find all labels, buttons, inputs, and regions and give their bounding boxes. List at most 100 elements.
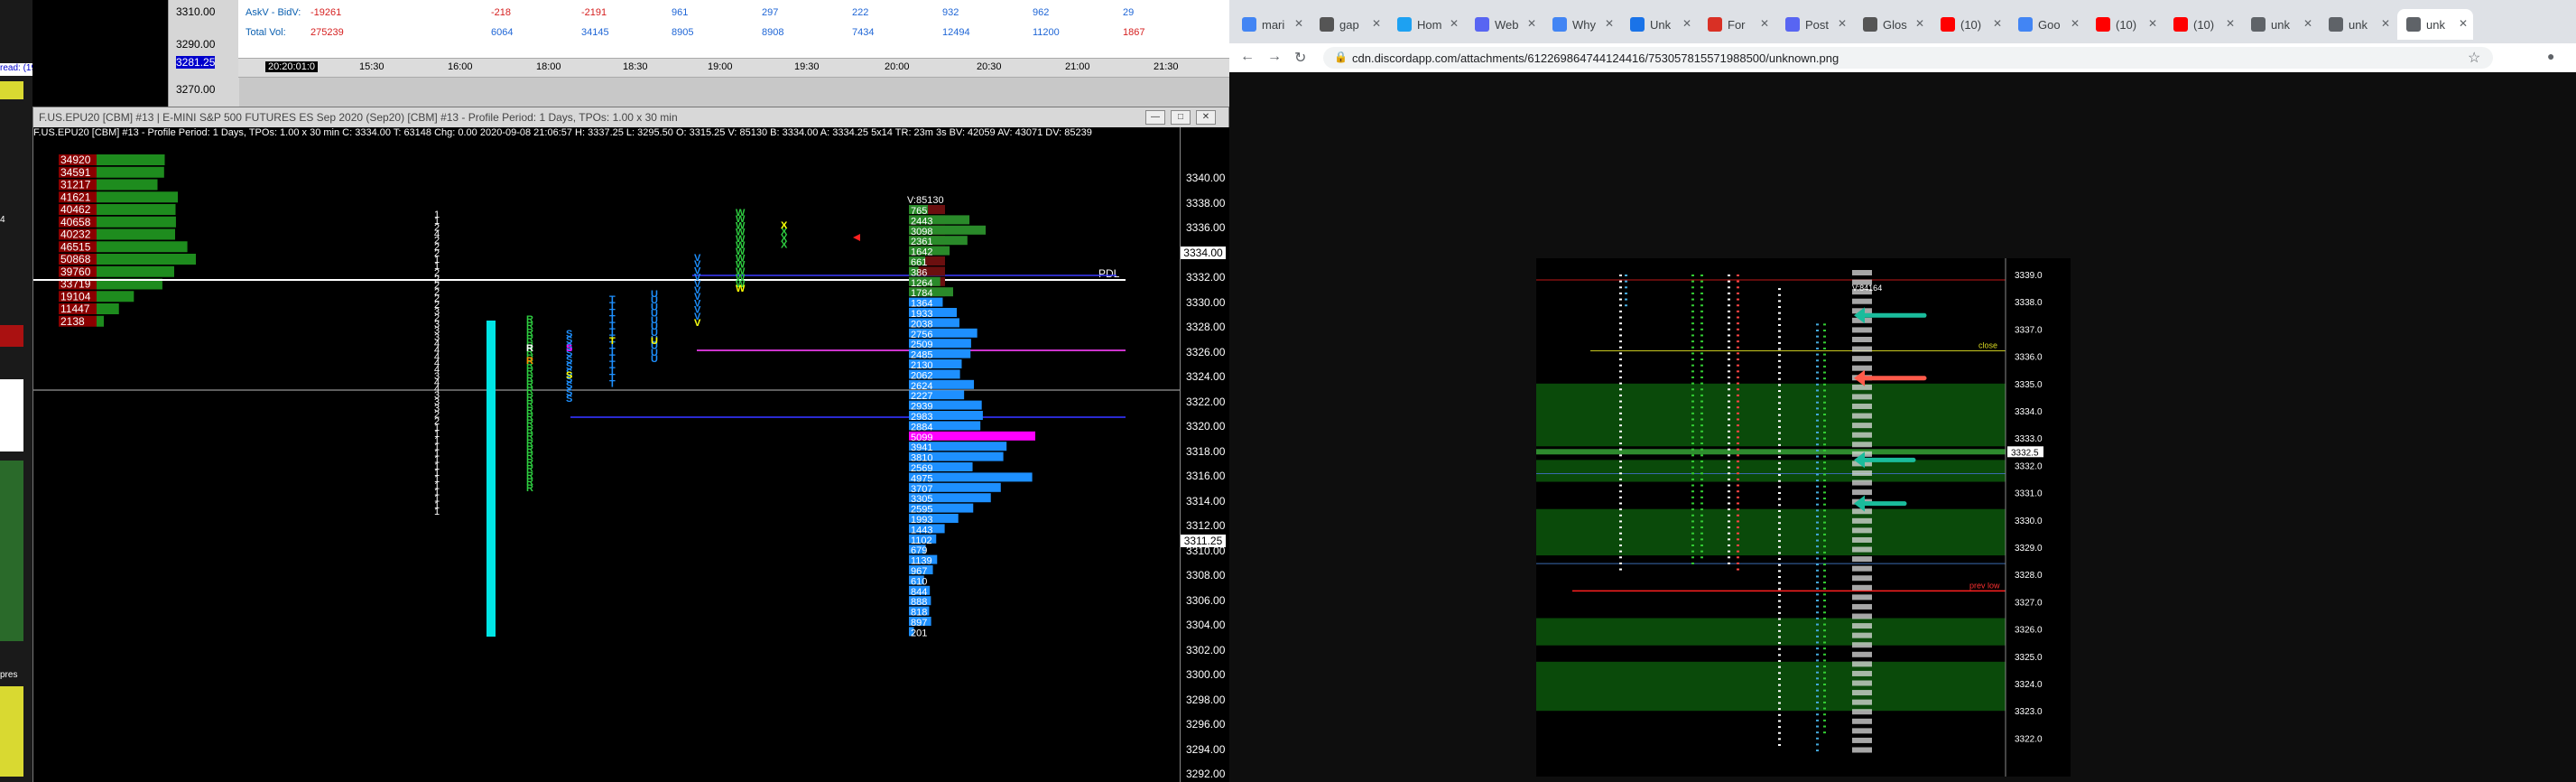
tab-close-icon[interactable]: ✕ — [2459, 17, 2468, 30]
tpo-dot — [1823, 335, 1826, 338]
time-label: 20:30 — [977, 61, 1002, 72]
maximize-button[interactable]: □ — [1171, 110, 1191, 125]
tab-close-icon[interactable]: ✕ — [1372, 17, 1381, 30]
bookmark-star-icon[interactable]: ☆ — [2468, 49, 2480, 67]
tab-close-icon[interactable]: ✕ — [1993, 17, 2002, 30]
tpo-dot — [1625, 298, 1627, 301]
tpo-dot — [1700, 382, 1703, 385]
tpo-dot — [1700, 538, 1703, 541]
browser-tab[interactable]: Why ✕ — [1543, 9, 1619, 40]
dom-yellow-block-2 — [0, 686, 23, 777]
tpo-dot — [1778, 534, 1781, 536]
tpo-dot — [1737, 275, 1739, 276]
address-bar[interactable]: 🔒 cdn.discordapp.com/attachments/6122698… — [1323, 47, 2493, 69]
tpo-dot — [1691, 490, 1694, 493]
tpo-dot — [1728, 304, 1730, 307]
tpo-dot — [1778, 336, 1781, 339]
forward-icon[interactable]: → — [1267, 49, 1282, 65]
price-axis-label: 3328.00 — [1186, 321, 1226, 333]
vp-value: 1642 — [911, 247, 932, 258]
tpo-dot — [1778, 708, 1781, 711]
tpo-dot — [1816, 569, 1819, 572]
tpo-dot — [1823, 407, 1826, 410]
window-title-bar[interactable]: F.US.EPU20 [CBM] #13 | E-MINI S&P 500 FU… — [33, 107, 1228, 128]
tab-close-icon[interactable]: ✕ — [1527, 17, 1536, 30]
reload-icon[interactable]: ↻ — [1294, 49, 1306, 67]
browser-tab[interactable]: (10) ✕ — [2164, 9, 2240, 40]
browser-tab[interactable]: Web ✕ — [1466, 9, 1542, 40]
tpo-dot — [1816, 677, 1819, 680]
close-button[interactable]: ✕ — [1196, 110, 1216, 125]
tpo-dot — [1778, 677, 1781, 680]
browser-tab[interactable]: gap ✕ — [1311, 9, 1386, 40]
browser-tab[interactable]: Unk ✕ — [1621, 9, 1697, 40]
tpo-dot — [1778, 558, 1781, 561]
tab-close-icon[interactable]: ✕ — [2071, 17, 2080, 30]
back-icon[interactable]: ← — [1240, 49, 1255, 65]
tpo-dot — [1823, 347, 1826, 349]
tpo-dot — [1691, 340, 1694, 343]
price-axis-label: 3330.00 — [1186, 295, 1226, 309]
tpo-dot — [1778, 606, 1781, 609]
tpo-dot — [1728, 310, 1730, 312]
tab-close-icon[interactable]: ✕ — [2303, 17, 2312, 30]
vp-value: 3707 — [911, 484, 932, 495]
price-axis-label: 3326.00 — [1186, 345, 1226, 358]
price-axis-label: 3304.00 — [1186, 619, 1226, 631]
tab-close-icon[interactable]: ✕ — [1760, 17, 1769, 30]
tpo-dot — [1737, 334, 1739, 337]
tab-close-icon[interactable]: ✕ — [1682, 17, 1691, 30]
tpo-chart-window[interactable]: F.US.EPU20 [CBM] #13 | E-MINI S&P 500 FU… — [32, 107, 1229, 782]
browser-tab[interactable]: Post ✕ — [1776, 9, 1852, 40]
price-axis-label: 3308.00 — [1186, 569, 1226, 582]
tpo-dot — [1816, 695, 1819, 698]
minimize-button[interactable]: — — [1145, 110, 1165, 125]
tpo-dot — [1778, 384, 1781, 386]
browser-tab[interactable]: (10) ✕ — [1932, 9, 2007, 40]
tpo-dot — [1778, 432, 1781, 434]
browser-tab[interactable]: (10) ✕ — [2087, 9, 2163, 40]
tpo-dot — [1728, 562, 1730, 564]
image-axis-label: 3339.0 — [2015, 271, 2043, 281]
tab-close-icon[interactable]: ✕ — [2226, 17, 2235, 30]
tpo-dot — [1778, 474, 1781, 477]
browser-tab[interactable]: Hom ✕ — [1388, 9, 1464, 40]
volume-text-row — [1852, 718, 1872, 724]
price-axis-label: 3298.00 — [1186, 693, 1226, 706]
tpo-dot — [1816, 377, 1819, 380]
browser-tab[interactable]: unk ✕ — [2397, 9, 2473, 40]
tab-close-icon[interactable]: ✕ — [1450, 17, 1459, 30]
price-axis-label: 3292.00 — [1186, 768, 1226, 780]
tab-title: Post — [1805, 18, 1830, 32]
vp-value: 2130 — [911, 360, 932, 371]
browser-tab[interactable]: unk ✕ — [2320, 9, 2395, 40]
tpo-dot — [1778, 672, 1781, 675]
browser-tab[interactable]: Goo ✕ — [2009, 9, 2085, 40]
tab-close-icon[interactable]: ✕ — [1915, 17, 1924, 30]
extension-icon[interactable]: ● — [2547, 49, 2554, 63]
browser-tab[interactable]: For ✕ — [1699, 9, 1774, 40]
tpo-volume-plot[interactable]: 3492034591312174162140462406584023246515… — [33, 142, 1180, 782]
tab-close-icon[interactable]: ✕ — [2148, 17, 2157, 30]
tpo-dot — [1823, 527, 1826, 530]
tpo-dot — [1737, 568, 1739, 571]
tpo-dot — [1700, 328, 1703, 330]
vp-value: 897 — [911, 618, 927, 628]
browser-tab[interactable]: Glos ✕ — [1854, 9, 1930, 40]
tab-close-icon[interactable]: ✕ — [1605, 17, 1614, 30]
tab-strip: mari ✕ gap ✕ Hom ✕ Web ✕ Why ✕ Unk ✕ For ✕ Post ✕ Glos ✕(… — [1229, 0, 2576, 43]
browser-tab[interactable]: unk ✕ — [2242, 9, 2318, 40]
tpo-dot — [1823, 569, 1826, 572]
tpo-dot — [1700, 292, 1703, 294]
tpo-dot — [1737, 562, 1739, 564]
browser-tab[interactable]: mari ✕ — [1233, 9, 1309, 40]
red-marker-arrow — [853, 234, 860, 241]
volume-text-row — [1852, 517, 1872, 524]
image-axis-label: 3332.0 — [2015, 461, 2043, 471]
chart-price-axis[interactable]: 3340.00 3338.00 3336.00 3334.00 3332.00 3330.… — [1180, 127, 1229, 782]
time-label: 19:00 — [708, 61, 733, 72]
tab-close-icon[interactable]: ✕ — [1838, 17, 1847, 30]
tab-close-icon[interactable]: ✕ — [2381, 17, 2390, 30]
vp-value: 1784 — [911, 288, 932, 299]
tab-close-icon[interactable]: ✕ — [1294, 17, 1303, 30]
